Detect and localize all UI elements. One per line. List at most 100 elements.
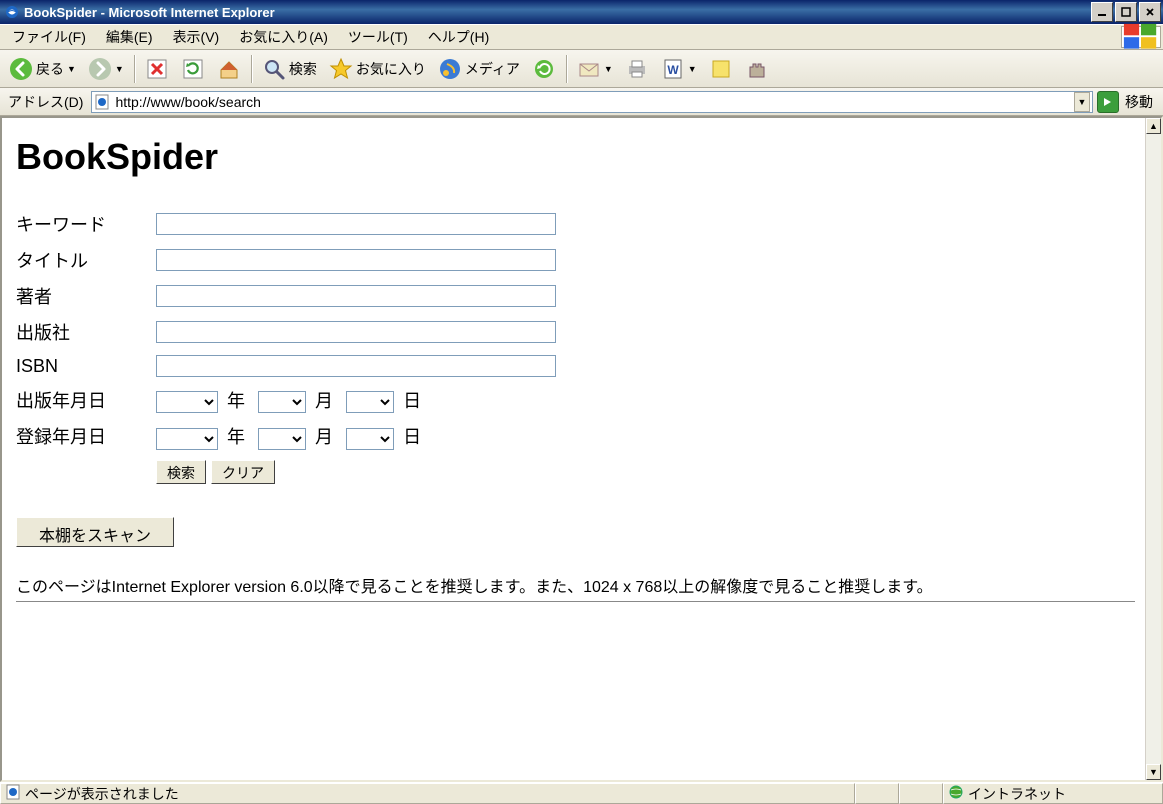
status-message-panel: ページが表示されました: [0, 783, 855, 804]
go-label: 移動: [1123, 92, 1159, 112]
mail-button[interactable]: ▼: [572, 54, 618, 84]
page-heading: BookSpider: [16, 136, 1135, 178]
favorites-label: お気に入り: [356, 59, 426, 79]
mail-icon: [577, 57, 601, 81]
dropdown-arrow-icon: ▼: [115, 64, 124, 74]
print-icon: [625, 57, 649, 81]
input-isbn[interactable]: [156, 355, 556, 377]
input-keyword[interactable]: [156, 213, 556, 235]
print-button[interactable]: [620, 54, 654, 84]
select-reg-day[interactable]: [346, 428, 394, 450]
select-pub-month[interactable]: [258, 391, 306, 413]
select-reg-month[interactable]: [258, 428, 306, 450]
page-icon: [94, 94, 110, 110]
word-edit-icon: W: [661, 57, 685, 81]
forward-icon: [88, 57, 112, 81]
back-button[interactable]: 戻る ▼: [4, 54, 81, 84]
address-label: アドレス(D): [4, 92, 87, 112]
menu-help[interactable]: ヘルプ(H): [418, 25, 499, 49]
menu-bar: ファイル(F) 編集(E) 表示(V) お気に入り(A) ツール(T) ヘルプ(…: [0, 24, 1163, 50]
input-title[interactable]: [156, 249, 556, 271]
dropdown-arrow-icon: ▼: [604, 64, 613, 74]
history-icon: [532, 57, 556, 81]
page-content: BookSpider キーワード タイトル 著者 出版社 ISBN: [2, 118, 1145, 780]
ie-logo-icon: [4, 4, 20, 20]
select-pub-year[interactable]: [156, 391, 218, 413]
dropdown-arrow-icon: ▼: [67, 64, 76, 74]
stop-icon: [145, 57, 169, 81]
status-bar: ページが表示されました イントラネット: [0, 782, 1163, 804]
vertical-scrollbar[interactable]: ▲ ▼: [1145, 118, 1161, 780]
label-pubdate: 出版年月日: [16, 382, 156, 418]
security-zone-panel: イントラネット: [943, 783, 1163, 804]
edit-button[interactable]: W ▼: [656, 54, 702, 84]
refresh-button[interactable]: [176, 54, 210, 84]
window-title: BookSpider - Microsoft Internet Explorer: [24, 5, 1091, 20]
status-message: ページが表示されました: [25, 784, 179, 804]
search-button[interactable]: 検索: [257, 54, 322, 84]
zone-icon: [948, 784, 964, 803]
menu-fav[interactable]: お気に入り(A): [229, 25, 338, 49]
search-label: 検索: [289, 59, 317, 79]
unit-month: 月: [311, 391, 341, 411]
media-label: メディア: [465, 59, 520, 79]
label-publisher: 出版社: [16, 314, 156, 350]
favorites-button[interactable]: お気に入り: [324, 54, 431, 84]
menu-view[interactable]: 表示(V): [163, 25, 230, 49]
menu-edit[interactable]: 編集(E): [96, 25, 163, 49]
unit-day: 日: [399, 427, 429, 447]
zone-label: イントラネット: [968, 784, 1066, 804]
address-combo[interactable]: ▼: [91, 91, 1093, 113]
history-button[interactable]: [527, 54, 561, 84]
forward-button[interactable]: ▼: [83, 54, 129, 84]
footnote-text: このページはInternet Explorer version 6.0以降で見る…: [16, 573, 1135, 602]
unit-year: 年: [223, 427, 253, 447]
home-icon: [217, 57, 241, 81]
dropdown-arrow-icon: ▼: [688, 64, 697, 74]
window-close-button[interactable]: [1139, 2, 1161, 22]
window-titlebar: BookSpider - Microsoft Internet Explorer: [0, 0, 1163, 24]
input-author[interactable]: [156, 285, 556, 307]
scan-shelf-button[interactable]: 本棚をスキャン: [16, 517, 174, 547]
back-icon: [9, 57, 33, 81]
media-button[interactable]: メディア: [433, 54, 525, 84]
separator: [566, 55, 567, 83]
menu-file[interactable]: ファイル(F): [2, 25, 96, 49]
menu-tools[interactable]: ツール(T): [338, 25, 418, 49]
clear-button[interactable]: クリア: [211, 460, 275, 484]
unit-year: 年: [223, 391, 253, 411]
ie-page-icon: [5, 784, 21, 803]
address-bar: アドレス(D) ▼ 移動: [0, 88, 1163, 116]
label-keyword: キーワード: [16, 206, 156, 242]
select-pub-day[interactable]: [346, 391, 394, 413]
address-input[interactable]: [113, 93, 1074, 111]
home-button[interactable]: [212, 54, 246, 84]
address-dropdown-arrow[interactable]: ▼: [1074, 92, 1090, 112]
window-maximize-button[interactable]: [1115, 2, 1137, 22]
status-slot-1: [855, 783, 899, 804]
window-minimize-button[interactable]: [1091, 2, 1113, 22]
label-regdate: 登録年月日: [16, 418, 156, 454]
extra-tool-button[interactable]: [740, 54, 774, 84]
scroll-down-arrow[interactable]: ▼: [1146, 764, 1161, 780]
status-slot-2: [899, 783, 943, 804]
stop-button[interactable]: [140, 54, 174, 84]
search-form: キーワード タイトル 著者 出版社 ISBN 出版年月日: [16, 206, 562, 489]
scroll-track[interactable]: [1146, 134, 1161, 764]
label-isbn: ISBN: [16, 350, 156, 382]
media-icon: [438, 57, 462, 81]
go-button[interactable]: [1097, 91, 1119, 113]
refresh-icon: [181, 57, 205, 81]
input-publisher[interactable]: [156, 321, 556, 343]
note-icon: [709, 57, 733, 81]
windows-flag-icon: [1121, 26, 1161, 48]
svg-text:W: W: [667, 63, 679, 77]
discuss-button[interactable]: [704, 54, 738, 84]
search-submit-button[interactable]: 検索: [156, 460, 206, 484]
select-reg-year[interactable]: [156, 428, 218, 450]
label-author: 著者: [16, 278, 156, 314]
unit-month: 月: [311, 427, 341, 447]
scroll-up-arrow[interactable]: ▲: [1146, 118, 1161, 134]
label-title: タイトル: [16, 242, 156, 278]
separator: [134, 55, 135, 83]
